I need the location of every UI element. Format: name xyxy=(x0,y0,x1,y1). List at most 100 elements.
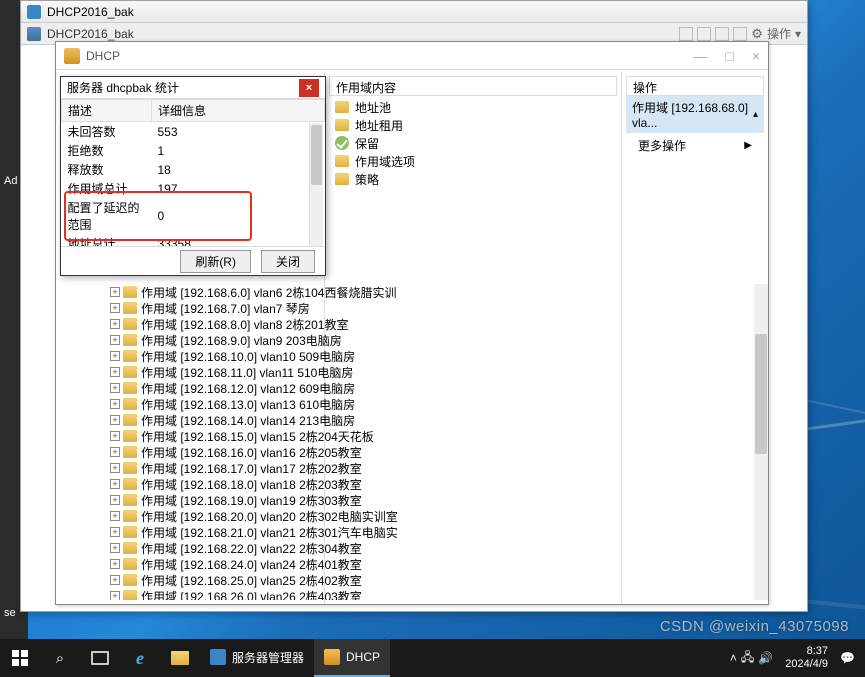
expand-icon[interactable]: + xyxy=(110,559,120,569)
expand-icon[interactable]: + xyxy=(110,591,120,600)
start-button[interactable] xyxy=(0,639,40,677)
ie-icon[interactable]: e xyxy=(120,639,160,677)
network-icon[interactable]: 🖧 xyxy=(741,648,754,669)
stats-row[interactable]: 配置了延迟的范围0 xyxy=(62,198,325,234)
stats-close-button[interactable]: × xyxy=(299,79,319,97)
expand-icon[interactable]: + xyxy=(110,495,120,505)
folder-icon xyxy=(123,318,137,330)
scope-tree-item[interactable]: +作用域 [192.168.7.0] vlan7 琴房 xyxy=(56,300,324,316)
scope-tree-item[interactable]: +作用域 [192.168.22.0] vlan22 2栋304教室 xyxy=(56,540,324,556)
dhcp-titlebar[interactable]: DHCP — □ × xyxy=(56,42,768,70)
scope-tree-item[interactable]: +作用域 [192.168.25.0] vlan25 2栋402教室 xyxy=(56,572,324,588)
scope-tree-item[interactable]: +作用域 [192.168.14.0] vlan14 213电脑房 xyxy=(56,412,324,428)
scope-tree-item[interactable]: +作用域 [192.168.9.0] vlan9 203电脑房 xyxy=(56,332,324,348)
close-button[interactable]: 关闭 xyxy=(261,250,315,273)
clock[interactable]: 8:37 2024/4/9 xyxy=(777,645,836,671)
folder-icon xyxy=(123,526,137,538)
expand-icon[interactable]: + xyxy=(110,335,120,345)
scope-tree-item[interactable]: +作用域 [192.168.15.0] vlan15 2栋204天花板 xyxy=(56,428,324,444)
folder-icon xyxy=(123,414,137,426)
expand-icon[interactable]: + xyxy=(110,479,120,489)
refresh-button[interactable]: 刷新(R) xyxy=(180,250,251,273)
expand-icon[interactable]: + xyxy=(110,383,120,393)
folder-icon xyxy=(123,494,137,506)
scrollbar-thumb[interactable] xyxy=(311,125,322,185)
more-actions-item[interactable]: 更多操作 ▶ xyxy=(622,133,768,158)
expand-icon[interactable]: + xyxy=(110,351,120,361)
folder-icon xyxy=(123,334,137,346)
scope-content-item[interactable]: 地址池 xyxy=(325,98,621,116)
expand-icon[interactable]: + xyxy=(110,303,120,313)
expand-icon[interactable]: + xyxy=(110,319,120,329)
search-icon[interactable]: ⌕ xyxy=(40,639,80,677)
stats-titlebar[interactable]: 服务器 dhcpbak 统计 × xyxy=(61,77,324,99)
stats-row[interactable]: 地址总计33358 xyxy=(62,234,325,247)
vm-control-icon[interactable] xyxy=(697,27,711,41)
tray-up-icon[interactable]: ˄ xyxy=(730,651,737,665)
stats-row[interactable]: 未回答数553 xyxy=(62,122,325,142)
scope-tree-item[interactable]: +作用域 [192.168.19.0] vlan19 2栋303教室 xyxy=(56,492,324,508)
scope-tree-item[interactable]: +作用域 [192.168.18.0] vlan18 2栋203教室 xyxy=(56,476,324,492)
expand-icon[interactable]: + xyxy=(110,367,120,377)
gear-icon[interactable]: ⚙ xyxy=(751,26,763,42)
taskbar[interactable]: ⌕ e 服务器管理器 DHCP ˄ 🖧 🔊 8:37 2024/4/9 💬 xyxy=(0,639,865,677)
server-manager-icon xyxy=(210,649,226,665)
expand-icon[interactable]: + xyxy=(110,527,120,537)
expand-icon[interactable]: + xyxy=(110,431,120,441)
minimize-button[interactable]: — xyxy=(693,48,707,64)
maximize-button[interactable]: □ xyxy=(725,48,733,64)
expand-icon[interactable]: + xyxy=(110,575,120,585)
folder-icon xyxy=(335,101,349,113)
server-icon xyxy=(27,5,41,19)
scope-tree-item[interactable]: +作用域 [192.168.17.0] vlan17 2栋202教室 xyxy=(56,460,324,476)
scope-tree-item[interactable]: +作用域 [192.168.16.0] vlan16 2栋205教室 xyxy=(56,444,324,460)
scope-tree-item[interactable]: +作用域 [192.168.20.0] vlan20 2栋302电脑实训室 xyxy=(56,508,324,524)
expand-icon[interactable]: + xyxy=(110,511,120,521)
vm-control-icon[interactable] xyxy=(679,27,693,41)
explorer-icon[interactable] xyxy=(160,639,200,677)
stats-col-desc[interactable]: 描述 xyxy=(62,100,152,122)
scope-content-item[interactable]: 地址租用 xyxy=(325,116,621,134)
scope-content-item[interactable]: 策略 xyxy=(325,170,621,188)
stats-row[interactable]: 作用域总计197 xyxy=(62,179,325,198)
system-tray[interactable]: ˄ 🖧 🔊 8:37 2024/4/9 💬 xyxy=(730,645,865,671)
stats-scrollbar[interactable] xyxy=(309,123,323,246)
vm-control-icon[interactable] xyxy=(733,27,747,41)
expand-icon[interactable]: + xyxy=(110,543,120,553)
scope-tree-item[interactable]: +作用域 [192.168.8.0] vlan8 2栋201教室 xyxy=(56,316,324,332)
close-button[interactable]: × xyxy=(752,48,760,64)
folder-icon xyxy=(123,286,137,298)
task-view-icon[interactable] xyxy=(80,639,120,677)
scope-tree-item[interactable]: +作用域 [192.168.24.0] vlan24 2栋401教室 xyxy=(56,556,324,572)
expand-icon[interactable]: + xyxy=(110,447,120,457)
scope-tree-item[interactable]: +作用域 [192.168.12.0] vlan12 609电脑房 xyxy=(56,380,324,396)
stats-col-detail[interactable]: 详细信息 xyxy=(152,100,325,122)
vm-window-title: DHCP2016_bak xyxy=(47,5,134,19)
expand-icon[interactable]: + xyxy=(110,399,120,409)
scope-tree[interactable]: +作用域 [192.168.6.0] vlan6 2栋104西餐烧腊实训+作用域… xyxy=(56,284,324,600)
vm-titlebar[interactable]: DHCP2016_bak xyxy=(21,1,807,23)
expand-icon[interactable]: + xyxy=(110,415,120,425)
scope-tree-item[interactable]: +作用域 [192.168.6.0] vlan6 2栋104西餐烧腊实训 xyxy=(56,284,324,300)
vm-operate-label[interactable]: 操作 xyxy=(767,25,791,42)
action-selected-scope[interactable]: 作用域 [192.168.68.0] vla... ▴ xyxy=(626,96,764,133)
volume-icon[interactable]: 🔊 xyxy=(758,651,773,665)
scope-tree-column: 服务器 dhcpbak 统计 × 描述 详细信息 未回答数553拒绝数1释放数1… xyxy=(56,72,324,604)
taskbar-app-dhcp[interactable]: DHCP xyxy=(314,639,390,677)
scope-content-item[interactable]: 作用域选项 xyxy=(325,152,621,170)
vm-control-icon[interactable] xyxy=(715,27,729,41)
scope-tree-item[interactable]: +作用域 [192.168.13.0] vlan13 610电脑房 xyxy=(56,396,324,412)
scope-tree-item[interactable]: +作用域 [192.168.11.0] vlan11 510电脑房 xyxy=(56,364,324,380)
taskbar-app-server-manager[interactable]: 服务器管理器 xyxy=(200,639,314,677)
scope-content-item[interactable]: 保留 xyxy=(325,134,621,152)
stats-row[interactable]: 拒绝数1 xyxy=(62,141,325,160)
stats-row[interactable]: 释放数18 xyxy=(62,160,325,179)
scope-tree-item[interactable]: +作用域 [192.168.26.0] vlan26 2栋403教室 xyxy=(56,588,324,600)
expand-icon[interactable]: + xyxy=(110,463,120,473)
vm-tab-label[interactable]: DHCP2016_bak xyxy=(47,27,134,41)
chevron-down-icon: ▾ xyxy=(795,27,801,41)
notification-icon[interactable]: 💬 xyxy=(840,651,855,665)
scope-tree-item[interactable]: +作用域 [192.168.21.0] vlan21 2栋301汽车电脑实 xyxy=(56,524,324,540)
expand-icon[interactable]: + xyxy=(110,287,120,297)
scope-tree-item[interactable]: +作用域 [192.168.10.0] vlan10 509电脑房 xyxy=(56,348,324,364)
